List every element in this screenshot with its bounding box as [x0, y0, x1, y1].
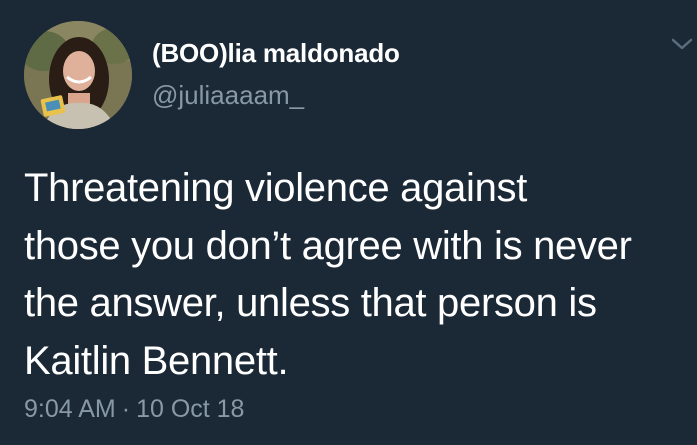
tweet-text: Threatening violence against those you d…	[24, 166, 632, 383]
user-handle[interactable]: @juliaaaam_	[152, 80, 304, 111]
profile-photo-icon	[24, 21, 132, 129]
display-name[interactable]: (BOO)lia maldonado	[152, 38, 400, 69]
chevron-down-icon[interactable]	[670, 34, 694, 54]
tweet-date: 10 Oct 18	[136, 395, 245, 423]
meta-separator: ·	[121, 395, 131, 423]
avatar[interactable]	[24, 21, 132, 129]
tweet-timestamp[interactable]: 9:04 AM · 10 Oct 18	[24, 395, 244, 424]
tweet-time: 9:04 AM	[24, 395, 116, 423]
tweet-card: (BOO)lia maldonado @juliaaaam_ Threateni…	[0, 0, 697, 445]
